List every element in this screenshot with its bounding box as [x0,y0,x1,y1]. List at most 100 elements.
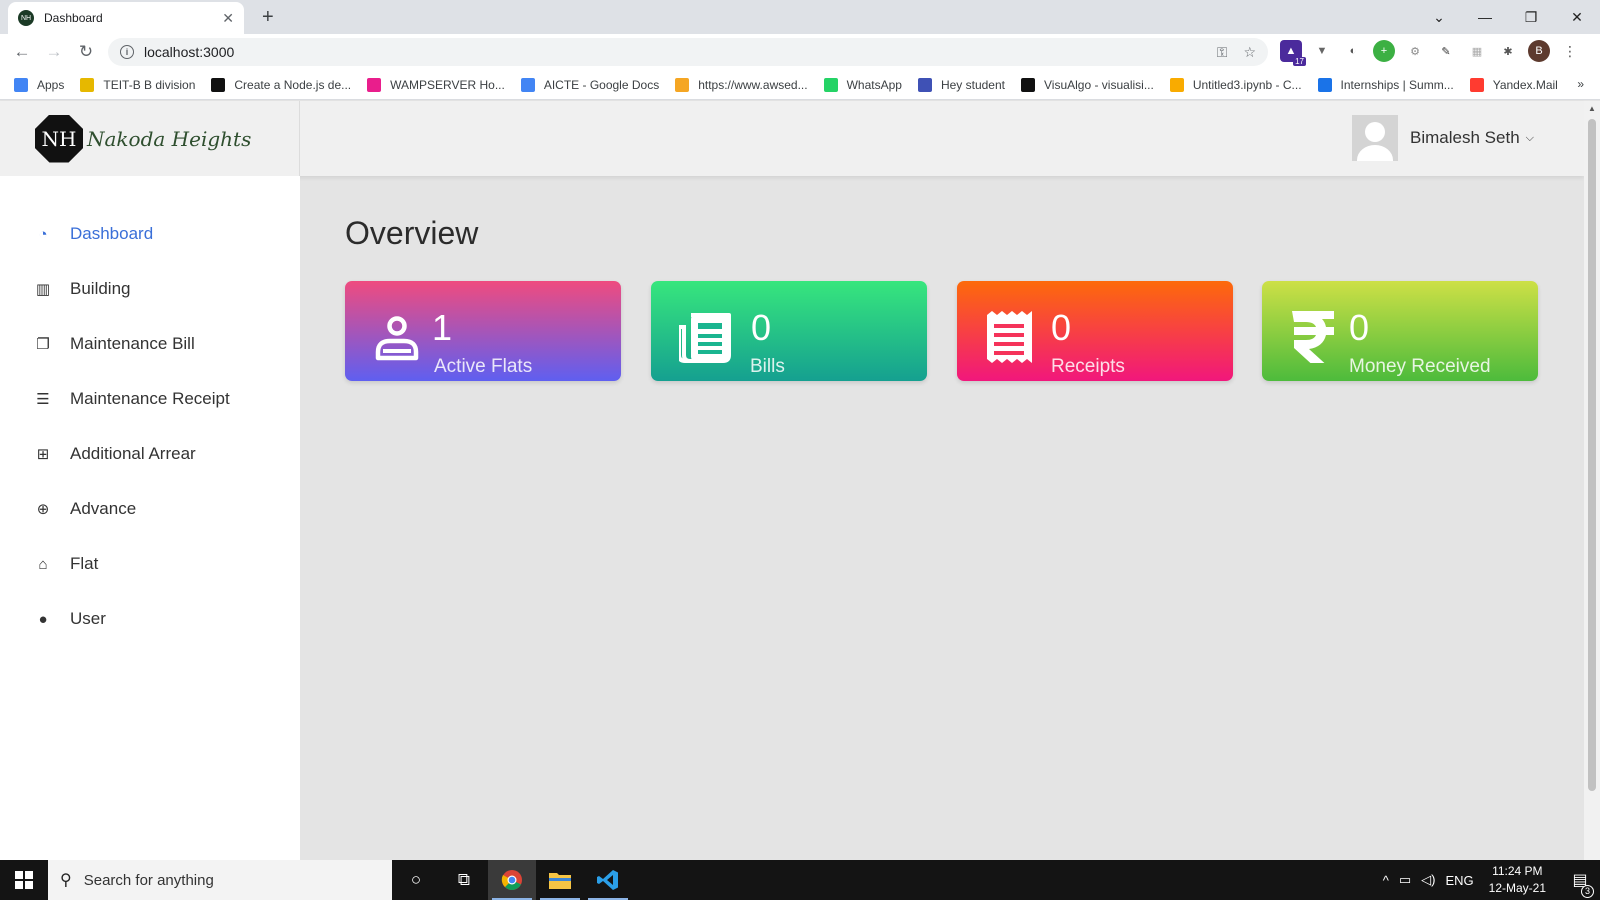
sidebar-item-dashboard[interactable]: ◔ Dashboard [34,224,153,244]
forward-button[interactable]: → [38,42,70,62]
sidebar-item-additional-arrear[interactable]: ⊞ Additional Arrear [34,444,196,464]
sidebar-item-label: Additional Arrear [70,444,196,463]
bookmark-favicon-icon [520,77,535,92]
sidebar-item-advance[interactable]: ⊕ Advance [34,499,136,519]
sidebar-item-maintenance-bill[interactable]: ❐ Maintenance Bill [34,334,194,354]
language-indicator[interactable]: ENG [1445,873,1473,888]
extensions-puzzle-icon[interactable]: ✱ [1497,40,1519,62]
task-view-icon[interactable]: ⧉ [440,860,488,900]
url-text[interactable]: localhost:3000 [144,44,1201,60]
stat-card-bills[interactable]: 0 Bills [651,281,927,381]
user-menu[interactable]: Bimalesh Seth ⌵ [1352,115,1534,161]
bookmark-item[interactable]: WAMPSERVER Ho... [367,77,505,92]
folder-icon [549,873,571,889]
bookmark-label: Internships | Summ... [1340,77,1454,92]
bookmark-item[interactable]: Create a Node.js de... [211,77,352,92]
bookmark-item[interactable]: AICTE - Google Docs [520,77,659,92]
bookmark-label: Hey student [940,77,1005,92]
close-window-button[interactable]: ✕ [1554,9,1600,26]
sidebar-item-user[interactable]: ● User [34,609,105,629]
reload-button[interactable]: ↻ [70,42,102,62]
stat-card-receipts[interactable]: 0 Receipts [957,281,1233,381]
bookmark-item[interactable]: Hey student [917,77,1005,92]
bookmark-item[interactable]: Internships | Summ... [1317,77,1454,92]
vscode-taskbar-icon[interactable] [584,860,632,900]
new-tab-button[interactable]: + [262,6,274,29]
sidebar-item-label: Maintenance Receipt [70,389,230,408]
key-icon[interactable]: ⚿ [1217,44,1228,61]
tab-search-icon[interactable]: ⌄ [1416,9,1462,26]
bookmark-item[interactable]: Untitled3.ipynb - C... [1169,77,1302,92]
start-button[interactable] [0,860,48,900]
restore-button[interactable]: ❐ [1508,9,1554,26]
brand[interactable]: NH Nakoda Heights [0,101,300,176]
bookmark-item[interactable]: WhatsApp [823,77,902,92]
bookmark-label: WhatsApp [846,77,902,92]
plus-circle-icon: ⊕ [36,501,50,518]
extension-grid-icon[interactable]: ▦ [1466,40,1488,62]
extension-settings-icon[interactable]: ⚙ [1404,40,1426,62]
bookmark-favicon-icon [1317,77,1332,92]
network-icon[interactable]: ▭ [1399,872,1411,888]
window-controls: ⌄ — ❐ ✕ [1416,0,1600,34]
rupee-icon [1292,311,1334,363]
stat-card-money-received[interactable]: 0 Money Received [1262,281,1538,381]
browser-menu-icon[interactable]: ⋮ [1559,40,1581,62]
bill-icon: ❐ [36,336,50,353]
sidebar-item-building[interactable]: ▥ Building [34,279,131,299]
cortana-icon[interactable]: ○ [392,860,440,900]
file-explorer-taskbar-icon[interactable] [536,860,584,900]
brand-name: Nakoda Heights [87,126,252,151]
browser-toolbar: ← → ↻ i localhost:3000 ⚿ ☆ ▲ 17 ▼ ◐ + ⚙ ✎… [0,34,1600,70]
bookmark-item[interactable]: https://www.awsed... [675,77,808,92]
user-name: Bimalesh Seth [1410,128,1520,147]
profile-avatar[interactable]: B [1528,40,1550,62]
bookmark-label: Create a Node.js de... [234,77,352,92]
newspaper-icon [679,313,731,363]
scrollbar-thumb[interactable] [1588,119,1596,791]
taskbar-search-input[interactable]: ⚲ Search for anything [48,860,392,900]
card-label: Active Flats [434,356,533,377]
back-button[interactable]: ← [6,42,38,62]
extension-graduation-icon[interactable]: ▲ 17 [1280,40,1306,66]
chrome-taskbar-icon[interactable] [488,860,536,900]
card-value: 0 [751,307,772,348]
bookmark-item[interactable]: VisuAlgo - visualisi... [1021,77,1154,92]
minimize-button[interactable]: — [1462,9,1508,25]
extension-picker-icon[interactable]: ✎ [1435,40,1457,62]
bookmark-item[interactable]: Yandex.Mail [1469,77,1558,92]
dashboard-icon: ◔ [38,225,48,243]
extension-dark-mode-icon[interactable]: ◐ [1342,40,1364,62]
bookmark-favicon-icon [367,77,382,92]
bookmark-star-icon[interactable]: ☆ [1243,44,1256,61]
page-scrollbar[interactable]: ▲ [1584,101,1600,860]
sidebar-item-maintenance-receipt[interactable]: ☰ Maintenance Receipt [34,389,230,409]
volume-icon[interactable]: ◁) [1421,872,1435,888]
notification-center-icon[interactable]: ▤ 3 [1560,870,1600,898]
extension-plus-icon[interactable]: + [1373,40,1395,62]
bookmark-label: WAMPSERVER Ho... [390,77,505,92]
bookmark-label: Apps [37,77,65,92]
browser-tab-dashboard[interactable]: NH Dashboard ✕ [8,2,244,34]
site-info-icon[interactable]: i [120,45,134,59]
extension-vue-icon[interactable]: ▼ [1311,40,1333,62]
bookmark-label: Untitled3.ipynb - C... [1192,77,1302,92]
clock-time: 11:24 PM [1492,864,1543,878]
bookmarks-overflow-button[interactable]: » [1577,77,1584,91]
card-label: Bills [750,356,785,377]
receipt-icon [987,311,1032,363]
sidebar: ◔ Dashboard ▥ Building ❐ Maintenance Bill ☰ Mai… [0,176,300,860]
address-bar[interactable]: i localhost:3000 ⚿ ☆ [108,38,1268,66]
bookmark-favicon-icon [1021,77,1035,92]
stat-card-active-flats[interactable]: 1 Active Flats [345,281,621,381]
tab-title: Dashboard [44,11,103,25]
close-tab-icon[interactable]: ✕ [222,10,234,27]
building-icon: ▥ [35,281,51,298]
scroll-up-arrow[interactable]: ▲ [1584,101,1600,117]
clock[interactable]: 11:24 PM 12-May-21 [1489,863,1546,897]
bookmark-item[interactable]: TEIT-B B division [80,77,195,92]
bookmark-label: https://www.awsed... [698,77,808,92]
sidebar-item-flat[interactable]: ⌂ Flat [34,554,98,574]
show-hidden-icons-chevron-icon[interactable]: ^ [1383,873,1389,888]
bookmark-item[interactable]: Apps [14,77,65,92]
